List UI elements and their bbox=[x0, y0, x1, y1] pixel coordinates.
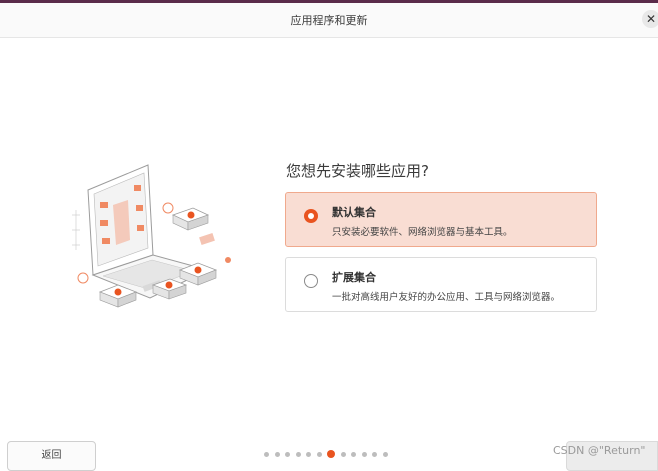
title-bar: 应用程序和更新 ✕ bbox=[0, 3, 658, 38]
page-dot-current bbox=[327, 450, 335, 458]
page-dot bbox=[316, 451, 322, 457]
option-title: 默认集合 bbox=[332, 206, 376, 219]
page-dot bbox=[340, 451, 346, 457]
page-question: 您想先安装哪些应用? bbox=[286, 162, 429, 180]
option-description: 一批对高线用户友好的办公应用、工具与网络浏览器。 bbox=[332, 292, 561, 303]
option-default-collection[interactable]: 默认集合 只安装必要软件、网络浏览器与基本工具。 bbox=[285, 192, 597, 247]
watermark-text: CSDN @"Return" bbox=[553, 444, 646, 457]
laptop-illustration bbox=[72, 164, 231, 308]
page-dot bbox=[361, 451, 367, 457]
page-dot bbox=[372, 451, 377, 457]
option-extended-collection[interactable]: 扩展集合 一批对高线用户友好的办公应用、工具与网络浏览器。 bbox=[285, 257, 597, 312]
radio-selected[interactable] bbox=[304, 209, 318, 223]
page-indicator bbox=[264, 449, 388, 459]
page-dot bbox=[382, 451, 388, 457]
window-title: 应用程序和更新 bbox=[290, 14, 368, 27]
page-dot bbox=[306, 451, 311, 457]
page-dot bbox=[351, 451, 356, 457]
option-title: 扩展集合 bbox=[332, 271, 376, 284]
close-icon[interactable]: ✕ bbox=[642, 10, 658, 28]
page-dot bbox=[264, 451, 269, 457]
radio-unselected[interactable] bbox=[304, 274, 318, 288]
page-dot bbox=[295, 451, 301, 457]
option-description: 只安装必要软件、网络浏览器与基本工具。 bbox=[332, 227, 513, 238]
page-dot bbox=[274, 451, 280, 457]
page-dot bbox=[285, 451, 290, 457]
